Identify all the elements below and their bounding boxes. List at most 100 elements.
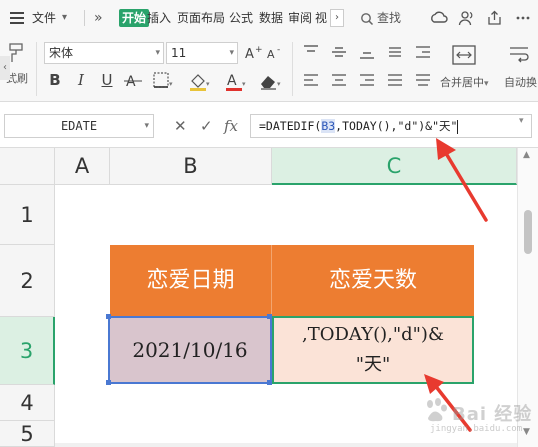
svg-text:A: A [245,47,254,62]
svg-text:A: A [126,74,136,90]
borders-icon[interactable]: ▾ [152,71,174,91]
row-header-5[interactable]: 5 [0,421,55,447]
tab-home[interactable]: 开始 [119,9,150,27]
fill-color-icon[interactable]: ▾ [188,71,212,91]
font-name-chevron-down-icon: ▾ [155,48,160,58]
cell-c3-line1: ,TODAY(),"d")& [302,324,444,345]
font-name-value: 宋体 [49,46,74,60]
column-header-a[interactable]: A [55,148,110,185]
expand-formula-chevron-down-icon[interactable]: ▾ [519,116,524,126]
italic-button[interactable]: I [72,70,90,90]
menu-divider [84,10,85,26]
ribbon-divider [36,42,37,96]
name-box-value: EDATE [60,119,98,133]
scrollbar-thumb[interactable] [524,210,532,254]
file-menu[interactable]: 文件 [32,0,56,36]
menu-bar: 文件 ▾ » 开始 插入 页面布局 公式 数据 审阅 视 › 查找 [0,0,538,36]
people-icon[interactable] [458,10,476,26]
wrap-text-button[interactable]: 自动换 [498,40,538,100]
confirm-edit-icon[interactable]: ✓ [200,116,213,136]
search-label: 查找 [377,11,402,25]
cloud-sync-icon[interactable] [430,10,448,26]
column-header-b[interactable]: B [110,148,272,185]
row-header-1[interactable]: 1 [0,185,55,245]
merge-chevron-down-icon: ▾ [484,79,489,89]
cancel-edit-icon[interactable]: ✕ [174,116,187,136]
select-all-corner[interactable] [0,148,55,185]
search-icon [361,13,374,26]
baidu-paw-icon [427,398,447,422]
font-size-chevron-down-icon: ▾ [229,48,234,58]
wrap-text-icon [510,47,529,63]
merge-center-button[interactable]: 合并居中▾ [440,40,489,100]
svg-text:▾: ▾ [206,80,210,88]
sheet-bottom-edge [55,443,517,447]
justify-icon[interactable] [386,72,404,88]
ribbon-toolbar: 式刷 ‹ 宋体 ▾ 11 ▾ A+ A- B I U A ▾ ▾ A ▾ ▾ [0,36,538,102]
clear-eraser-icon[interactable]: ▾ [258,71,284,91]
font-color-icon[interactable]: A ▾ [224,71,248,91]
font-size-value: 11 [171,46,187,60]
align-left-icon[interactable] [302,72,320,88]
merge-cells-icon [452,45,476,65]
tab-data[interactable]: 数据 [259,0,283,36]
tab-page-layout[interactable]: 页面布局 [177,0,225,36]
align-right-icon[interactable] [358,72,376,88]
distributed-align-icon[interactable] [414,72,432,88]
svg-text:A: A [267,48,275,61]
svg-text:▾: ▾ [169,80,173,88]
name-box-chevron-down-icon: ▾ [144,121,149,131]
reference-handle[interactable] [106,380,111,385]
scroll-up-icon[interactable]: ▲ [523,150,530,160]
watermark-url: jingyan.baidu.com [430,424,523,434]
more-menu-icon[interactable]: » [94,0,103,36]
align-bottom-icon[interactable] [358,44,376,60]
font-size-select[interactable]: 11 ▾ [166,42,238,64]
bold-button[interactable]: B [46,70,64,90]
underline-button[interactable]: U [98,70,116,90]
reference-handle[interactable] [106,314,111,319]
svg-text:▾: ▾ [277,80,281,88]
formula-suffix: ,TODAY(),"d")&"天" [335,119,458,133]
increase-font-size-icon[interactable]: A + [244,44,262,62]
tab-view[interactable]: 视 [315,0,327,36]
cell-b2[interactable]: 恋爱日期 [110,245,272,317]
merge-center-label: 合并居中▾ [440,76,489,89]
formula-prefix: =DATEDIF( [259,119,322,133]
cell-b3[interactable]: 2021/10/16 [108,316,272,384]
tab-formulas[interactable]: 公式 [229,0,253,36]
formula-cell-reference: B3 [321,119,336,133]
name-box[interactable]: EDATE ▾ [4,114,154,138]
ribbon-scroll-left-icon[interactable]: ‹ [0,56,10,80]
more-dots-icon[interactable] [514,10,532,26]
align-top-icon[interactable] [302,44,320,60]
ribbon-divider [292,42,293,96]
svg-text:▾: ▾ [242,80,246,88]
baidu-jingyan-watermark: Bai 经验 jingyan.baidu.com [420,392,535,442]
strikethrough-a-icon[interactable]: A [124,72,142,90]
orientation-icon[interactable] [386,44,404,60]
formula-input[interactable]: =DATEDIF(B3,TODAY(),"d")&"天" [250,114,532,138]
search-button[interactable]: 查找 [360,0,401,36]
font-name-select[interactable]: 宋体 ▾ [44,42,164,64]
svg-text:A: A [227,73,237,89]
tab-review[interactable]: 审阅 [288,0,312,36]
align-center-icon[interactable] [330,72,348,88]
svg-text:-: - [277,45,280,55]
insert-function-button[interactable]: fx [224,116,238,136]
file-menu-chevron-icon[interactable]: ▾ [62,0,67,36]
row-header-2[interactable]: 2 [0,245,55,317]
row-header-4[interactable]: 4 [0,385,55,421]
tab-insert[interactable]: 插入 [147,0,171,36]
decrease-font-size-icon[interactable]: A- [266,44,284,62]
text-cursor [457,119,459,134]
align-middle-icon[interactable] [330,44,348,60]
share-icon[interactable] [486,10,504,26]
row-header-3[interactable]: 3 [0,317,55,385]
decrease-indent-icon[interactable] [414,44,432,60]
svg-text:+: + [255,45,262,55]
hamburger-menu-icon[interactable] [10,0,28,36]
watermark-text: Bai 经验 [452,404,533,425]
cell-c2[interactable]: 恋爱天数 [272,245,474,317]
tabs-scroll-right-icon[interactable]: › [330,9,344,27]
